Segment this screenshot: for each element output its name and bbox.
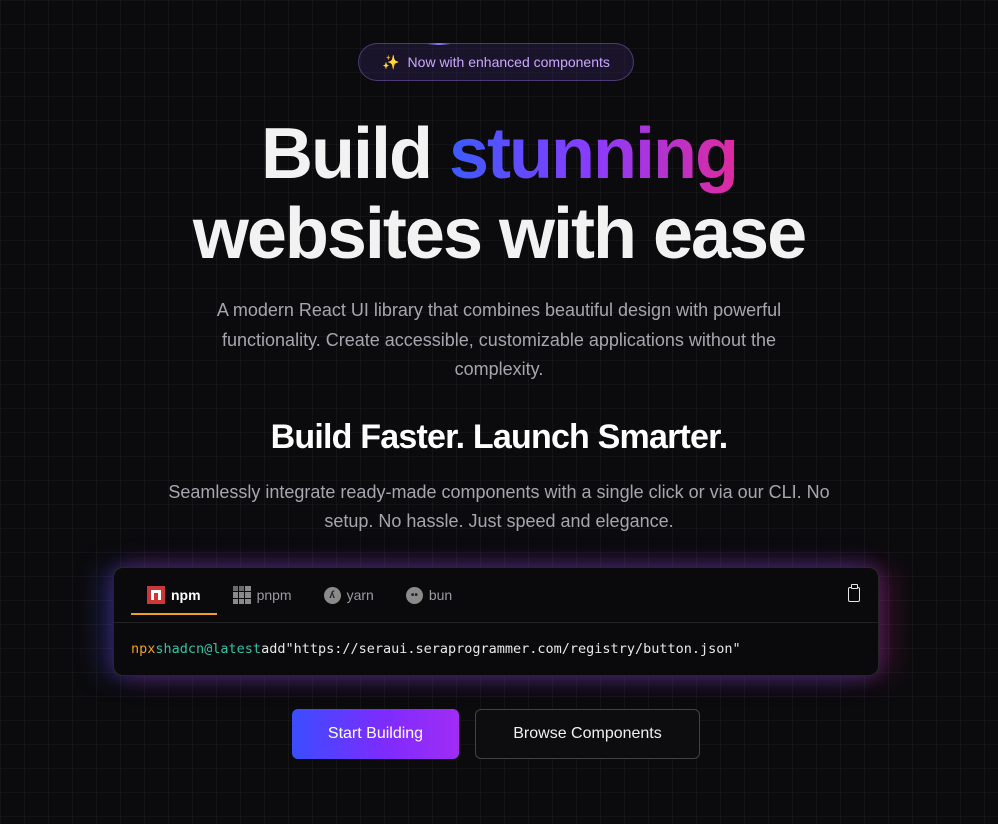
install-command-card: npm pnpm ʎ yarn •• bun npx shadcn@latest… [113,567,879,676]
tab-label: npm [171,587,201,603]
clipboard-icon[interactable] [848,584,860,602]
hero-title-line1: Build stunning [0,115,998,193]
tab-bun[interactable]: •• bun [390,568,468,623]
npm-icon [147,586,165,604]
package-manager-tabs: npm pnpm ʎ yarn •• bun [114,568,878,623]
hero-description: A modern React UI library that combines … [216,300,782,379]
command-argument: "https://seraui.seraprogrammer.com/regis… [285,641,741,657]
hero-title-highlight: stunning [449,114,739,194]
tab-label: yarn [346,587,374,603]
command-runner: npx [131,641,156,657]
badge-text: Now with enhanced components [407,54,610,70]
tab-npm[interactable]: npm [131,568,217,623]
browse-components-button[interactable]: Browse Components [475,709,700,759]
hero-title-line2: websites with ease [192,194,807,274]
tab-label: pnpm [256,587,292,603]
tab-yarn[interactable]: ʎ yarn [308,568,390,623]
section-heading: Build Faster. Launch Smarter. [270,418,729,456]
command-package: shadcn@latest [155,641,262,657]
section-description: Seamlessly integrate ready-made componen… [168,482,830,531]
start-building-button[interactable]: Start Building [292,709,459,759]
sparkles-icon: ✨ [382,53,400,70]
bun-icon: •• [405,586,423,604]
pnpm-icon [232,586,251,604]
install-command: npx shadcn@latest add "https://seraui.se… [114,623,878,675]
tab-pnpm[interactable]: pnpm [217,568,308,623]
tab-label: bun [428,587,453,603]
hero-title-prefix: Build [261,114,433,194]
yarn-icon: ʎ [323,586,341,604]
command-action: add [261,641,286,657]
announcement-badge[interactable]: ✨ Now with enhanced components [358,43,634,81]
